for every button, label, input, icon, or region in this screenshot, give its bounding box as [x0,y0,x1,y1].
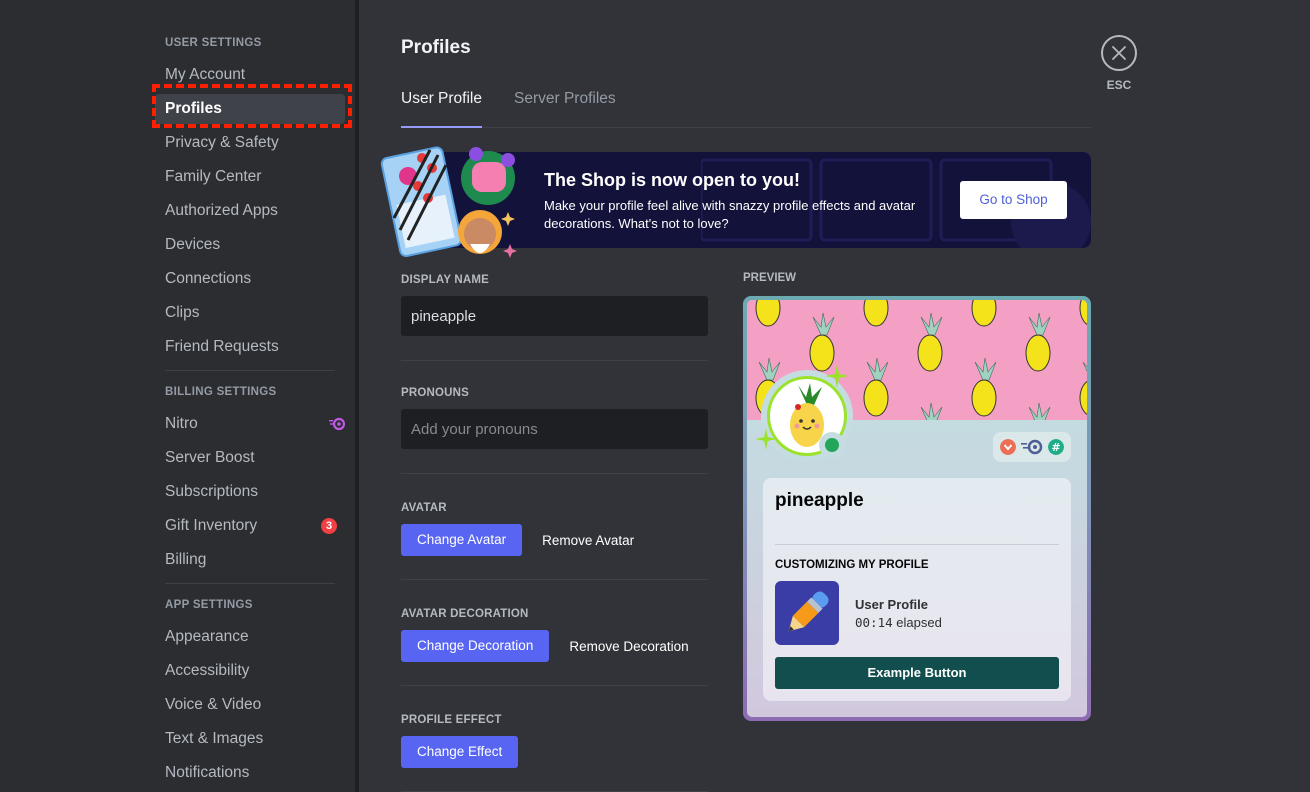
sidebar-item-accessibility[interactable]: Accessibility [155,656,345,686]
sidebar-item-notifications[interactable]: Notifications [155,758,345,788]
pronouns-input[interactable] [401,409,708,449]
divider [775,544,1059,545]
svg-text:#: # [1051,441,1060,454]
sidebar-item-friend-requests[interactable]: Friend Requests [155,332,345,362]
sidebar-item-privacy-safety[interactable]: Privacy & Safety [155,128,345,158]
sidebar-item-my-account[interactable]: My Account [155,60,345,90]
sparkle-icon [825,364,849,388]
sidebar-item-label: Gift Inventory [165,517,258,534]
go-to-shop-button[interactable]: Go to Shop [960,181,1067,219]
change-decoration-button[interactable]: Change Decoration [401,630,550,662]
close-button[interactable] [1101,35,1137,71]
avatar-decoration-label: AVATAR DECORATION [401,608,529,620]
pronouns-section: PRONOUNS [401,361,708,474]
elapsed-suffix: elapsed [896,614,942,630]
sidebar-item-subscriptions[interactable]: Subscriptions [155,477,345,507]
shop-illustration-icon [380,146,517,258]
pineapple-pattern-tile [809,312,835,372]
banner-title: The Shop is now open to you! [544,170,800,190]
notification-badge: 3 [321,518,337,534]
banner-text: Make your profile feel alive with snazzy… [544,198,916,231]
change-effect-button[interactable]: Change Effect [401,736,519,768]
sidebar-item-nitro[interactable]: Nitro [155,409,345,439]
pineapple-pattern-tile [755,300,781,327]
activity-title: User Profile [855,596,928,612]
sparkle-icon [755,428,777,450]
esc-label: ESC [1106,78,1132,92]
pineapple-pattern-tile [1079,300,1087,325]
tab-user-profile[interactable]: User Profile [401,86,482,128]
sidebar-item-family-center[interactable]: Family Center [155,162,345,192]
profile-preview-card: # pineapple CUSTOMIZING MY PROFILE User … [743,296,1091,721]
preview-display-name: pineapple [775,490,864,511]
nav-header-billing-settings: BILLING SETTINGS [165,386,277,398]
preview-label: PREVIEW [743,272,797,284]
nitro-icon[interactable] [1020,439,1043,455]
sidebar-item-gift-inventory[interactable]: Gift Inventory 3 [155,511,345,541]
display-name-input[interactable] [401,296,708,336]
profile-tabs: User Profile Server Profiles [401,86,1091,128]
remove-decoration-button[interactable]: Remove Decoration [569,639,688,654]
pineapple-pattern-tile [1028,402,1051,420]
activity-elapsed: 00:14 elapsed [855,615,942,630]
pineapple-pattern-tile [920,402,943,420]
activity: User Profile 00:14 elapsed [775,581,1059,645]
pineapple-pattern-tile [863,357,889,417]
settings-nav: USER SETTINGS My Account Profiles Privac… [155,34,345,792]
pronouns-label: PRONOUNS [401,387,470,399]
activity-heading: CUSTOMIZING MY PROFILE [775,559,929,571]
sidebar-item-connections[interactable]: Connections [155,264,345,294]
online-status-indicator [819,432,845,458]
close-icon [1112,46,1126,60]
avatar-decoration-section: AVATAR DECORATION Change Decoration Remo… [401,580,708,686]
tab-server-profiles[interactable]: Server Profiles [514,86,616,127]
sidebar-item-billing[interactable]: Billing [155,545,345,575]
elapsed-time: 00:14 [855,614,893,630]
profile-badges: # [993,432,1071,462]
activity-image [775,581,839,645]
example-button[interactable]: Example Button [775,657,1059,689]
sidebar-item-text-images[interactable]: Text & Images [155,724,345,754]
pineapple-pattern-tile [1079,361,1087,415]
nav-header-user-settings: USER SETTINGS [165,37,262,49]
remove-avatar-button[interactable]: Remove Avatar [542,533,634,548]
profile-effect-section: PROFILE EFFECT Change Effect [401,686,708,792]
nitro-icon [329,417,345,431]
change-avatar-button[interactable]: Change Avatar [401,524,523,556]
avatar-section: AVATAR Change Avatar Remove Avatar [401,474,708,580]
display-name-section: DISPLAY NAME [401,272,708,361]
hashtag-icon[interactable]: # [1047,439,1064,455]
sidebar-item-appearance[interactable]: Appearance [155,622,345,652]
profile-info-panel: pineapple CUSTOMIZING MY PROFILE User Pr… [763,478,1071,701]
nav-divider [165,370,335,371]
sidebar-item-authorized-apps[interactable]: Authorized Apps [155,196,345,226]
sidebar-item-clips[interactable]: Clips [155,298,345,328]
sidebar-item-profiles[interactable]: Profiles [155,94,345,124]
profile-form: DISPLAY NAME PRONOUNS AVATAR Change Avat… [401,272,708,792]
nav-divider [165,583,335,584]
sidebar-item-label: Nitro [165,415,198,432]
sidebar-scrollbar[interactable] [355,0,359,792]
pineapple-pattern-tile [863,300,889,327]
pineapple-pattern-tile [971,357,997,417]
pineapple-pattern-tile [1025,312,1051,372]
sidebar-item-voice-video[interactable]: Voice & Video [155,690,345,720]
profile-effect-label: PROFILE EFFECT [401,714,502,726]
sidebar-item-devices[interactable]: Devices [155,230,345,260]
pencil-icon [788,591,829,632]
hypesquad-icon[interactable] [1000,439,1017,455]
sidebar-item-server-boost[interactable]: Server Boost [155,443,345,473]
display-name-label: DISPLAY NAME [401,274,490,286]
pineapple-pattern-tile [917,312,943,372]
pineapple-pattern-tile [971,300,997,327]
avatar-label: AVATAR [401,502,447,514]
settings-sidebar: USER SETTINGS My Account Profiles Privac… [0,0,355,792]
page-title: Profiles [401,37,471,58]
nav-header-app-settings: APP SETTINGS [165,599,253,611]
